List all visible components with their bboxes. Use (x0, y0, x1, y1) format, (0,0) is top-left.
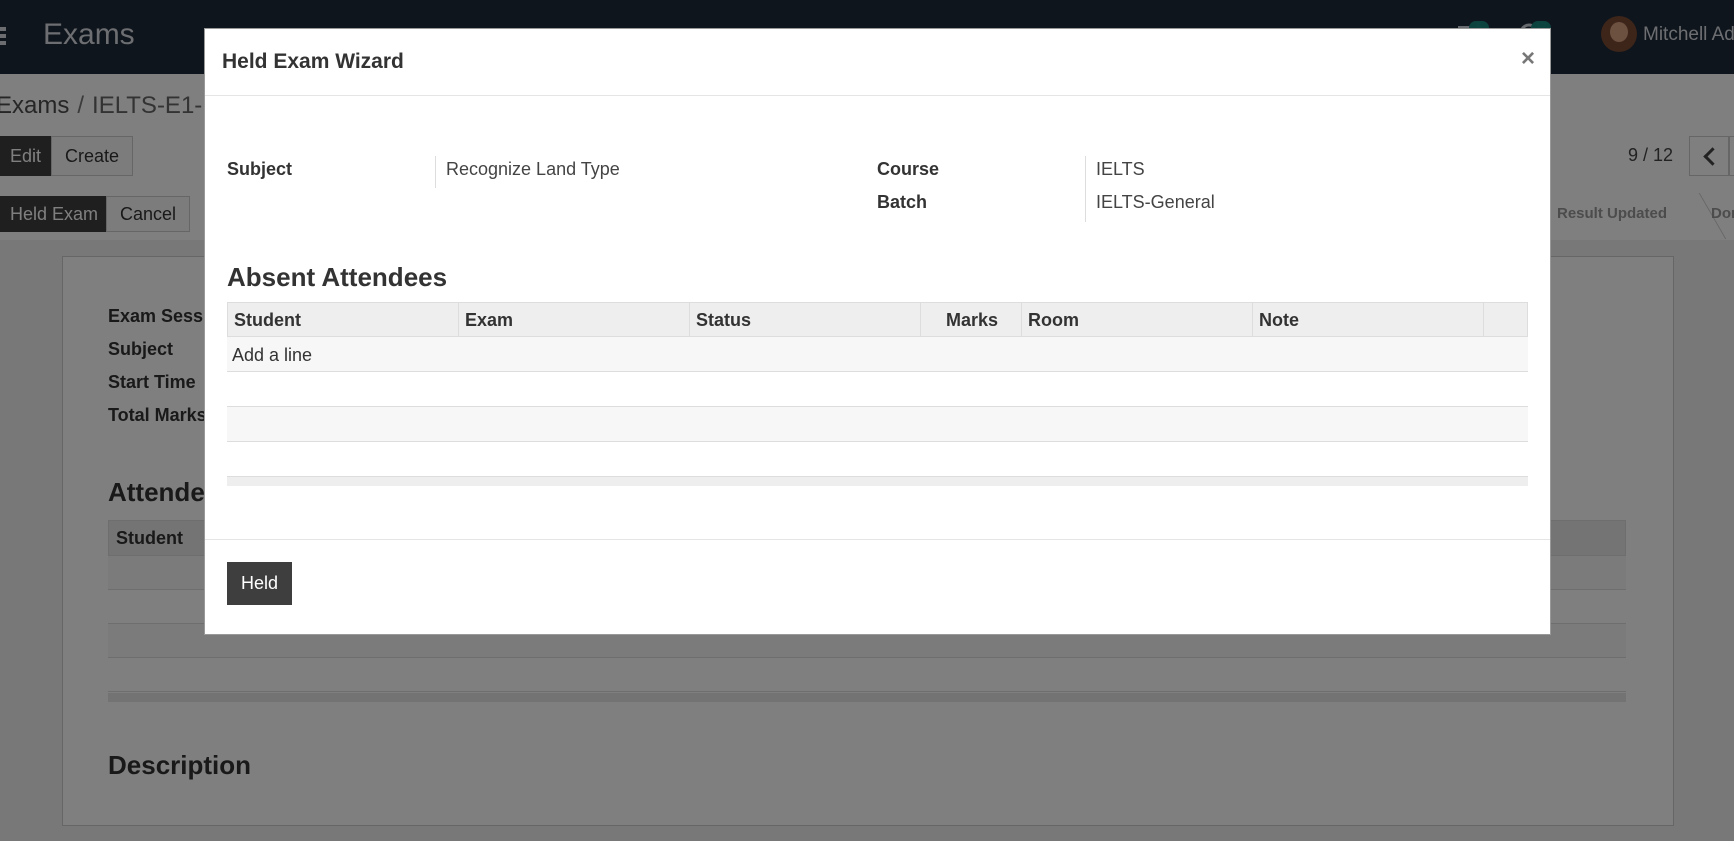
column-header-status[interactable]: Status (690, 303, 921, 337)
column-header-room[interactable]: Room (1022, 303, 1253, 337)
batch-field-label: Batch (877, 192, 928, 212)
add-line-row: Add a line (227, 337, 1528, 372)
column-header-marks[interactable]: Marks (921, 303, 1022, 337)
modal-footer: Held (205, 539, 1550, 636)
add-a-line-link[interactable]: Add a line (232, 345, 312, 366)
course-field-label: Course (877, 159, 940, 179)
table-footer (227, 477, 1528, 486)
subject-field-label: Subject (227, 159, 293, 179)
field-divider (435, 156, 436, 188)
course-field-value: IELTS (1096, 159, 1145, 179)
field-divider (1085, 156, 1086, 222)
close-icon[interactable]: × (1521, 45, 1535, 73)
table-row (227, 372, 1528, 407)
column-header-actions (1484, 303, 1527, 337)
absent-attendees-table: Student Exam Status Marks Room Note Add … (227, 302, 1528, 486)
held-button[interactable]: Held (227, 562, 293, 605)
subject-field-value: Recognize Land Type (446, 159, 620, 179)
held-exam-wizard-dialog: Held Exam Wizard × Subject Recognize Lan… (204, 28, 1551, 635)
column-header-note[interactable]: Note (1253, 303, 1484, 337)
table-header: Student Exam Status Marks Room Note (227, 302, 1528, 337)
absent-attendees-heading: Absent Attendees (227, 262, 448, 292)
table-row (227, 407, 1528, 442)
modal-header: Held Exam Wizard × (205, 29, 1550, 96)
column-header-exam[interactable]: Exam (459, 303, 690, 337)
batch-field-value: IELTS-General (1096, 192, 1215, 212)
column-header-student[interactable]: Student (228, 303, 459, 337)
table-row (227, 442, 1528, 477)
modal-title: Held Exam Wizard (222, 50, 404, 73)
